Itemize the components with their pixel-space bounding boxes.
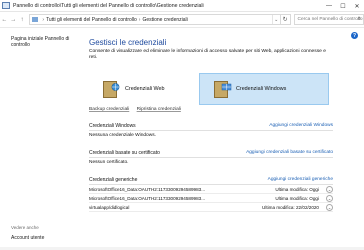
windows-credentials-label: Credenziali Windows bbox=[236, 86, 287, 92]
maximize-button[interactable]: ☐ bbox=[336, 0, 350, 12]
certificate-credentials-section: Credenziali basate su certificato Aggiun… bbox=[89, 150, 333, 165]
section-title: Credenziali generiche bbox=[89, 177, 138, 183]
search-placeholder: Cerca nel Pannello di controllo bbox=[297, 17, 363, 22]
breadcrumb-all-items[interactable]: Tutti gli elementi del Pannello di contr… bbox=[46, 17, 137, 23]
generic-credentials-section: Credenziali generiche Aggiungi credenzia… bbox=[89, 177, 333, 212]
credential-modified: Ultima modifica: Oggi bbox=[275, 195, 319, 201]
control-panel-icon bbox=[2, 2, 10, 9]
empty-message: Nessuna credenziale Windows. bbox=[89, 133, 156, 138]
title-bar: Pannello di controllo\Tutti gli elementi… bbox=[0, 0, 364, 12]
search-icon: ⌕ bbox=[357, 16, 361, 22]
folder-icon bbox=[32, 17, 39, 22]
backup-credentials-link[interactable]: Backup credenziali bbox=[89, 107, 129, 112]
page-description: Consente di visualizzare ed eliminare le… bbox=[89, 49, 326, 61]
credential-row[interactable]: MicrosoftOffice16_Data:OAUTH2:1173300929… bbox=[89, 194, 333, 203]
restore-credentials-link[interactable]: Ripristina credenziali bbox=[137, 107, 181, 112]
web-credentials-icon bbox=[101, 79, 121, 99]
add-generic-credential-link[interactable]: Aggiungi credenziali generiche bbox=[268, 177, 333, 182]
credential-modified: Ultima modifica: 22/02/2020 bbox=[262, 204, 319, 210]
credential-name: MicrosoftOffice16_Data:OAUTH2:1173300929… bbox=[89, 186, 206, 192]
web-credentials-label: Credenziali Web bbox=[125, 86, 165, 92]
user-accounts-link[interactable]: Account utente bbox=[11, 235, 44, 241]
backup-restore-links: Backup credenziali Ripristina credenzial… bbox=[89, 107, 187, 112]
expand-chevron-icon[interactable]: ⌄ bbox=[326, 194, 333, 202]
up-button[interactable]: ↑ bbox=[18, 14, 27, 26]
back-button[interactable]: ← bbox=[0, 14, 9, 26]
credential-name: virtualapp/didlogical bbox=[89, 204, 130, 210]
expand-chevron-icon[interactable]: ⌄ bbox=[326, 185, 333, 193]
credential-row[interactable]: MicrosoftOffice16_Data:OAUTH2:1173300929… bbox=[89, 185, 333, 194]
section-title: Credenziali basate su certificato bbox=[89, 150, 160, 156]
credential-name: MicrosoftOffice16_Data:OAUTH2:1173300929… bbox=[89, 195, 206, 201]
forward-button[interactable]: → bbox=[9, 14, 18, 26]
left-pane: Pagina iniziale Pannello di controllo Ve… bbox=[0, 28, 78, 250]
windows-credentials-section: Credenziali Windows Aggiungi credenziali… bbox=[89, 123, 333, 138]
web-credentials-tile[interactable]: Credenziali Web bbox=[89, 73, 199, 105]
add-windows-credential-link[interactable]: Aggiungi credenziali Windows bbox=[269, 123, 333, 128]
close-button[interactable]: ✕ bbox=[350, 0, 364, 12]
address-dropdown-icon[interactable]: ⌄ bbox=[271, 15, 280, 24]
expand-chevron-icon[interactable]: ⌄ bbox=[326, 203, 333, 211]
address-bar[interactable]: › Tutti gli elementi del Pannello di con… bbox=[29, 14, 281, 25]
windows-credentials-icon bbox=[212, 79, 232, 99]
minimize-button[interactable]: — bbox=[322, 0, 336, 12]
address-toolbar: ← → ↑ › Tutti gli elementi del Pannello … bbox=[0, 12, 364, 28]
main-content: ? Gestisci le credenziali Consente di vi… bbox=[78, 28, 364, 250]
refresh-button[interactable]: ↻ bbox=[280, 14, 291, 25]
window-title: Pannello di controllo\Tutti gli elementi… bbox=[13, 2, 204, 9]
credential-modified: Ultima modifica: Oggi bbox=[275, 186, 319, 192]
breadcrumb-credential-manager[interactable]: Gestione credenziali bbox=[142, 17, 187, 23]
window-controls: — ☐ ✕ bbox=[322, 0, 364, 12]
search-input[interactable]: Cerca nel Pannello di controllo ⌕ bbox=[293, 14, 364, 25]
section-title: Credenziali Windows bbox=[89, 123, 136, 129]
empty-message: Nessun certificato. bbox=[89, 160, 129, 165]
windows-credentials-tile[interactable]: Credenziali Windows bbox=[199, 73, 329, 105]
see-also-heading: Vedere anche bbox=[11, 225, 39, 230]
breadcrumb-separator-icon: › bbox=[138, 16, 141, 23]
page-title: Gestisci le credenziali bbox=[89, 38, 167, 47]
add-certificate-credential-link[interactable]: Aggiungi credenziali basate su certifica… bbox=[246, 150, 333, 155]
control-panel-home-link[interactable]: Pagina iniziale Pannello di controllo bbox=[11, 36, 73, 48]
help-icon[interactable]: ? bbox=[351, 32, 358, 39]
breadcrumb-separator-icon: › bbox=[42, 16, 45, 23]
credential-row[interactable]: virtualapp/didlogical Ultima modifica: 2… bbox=[89, 203, 333, 212]
